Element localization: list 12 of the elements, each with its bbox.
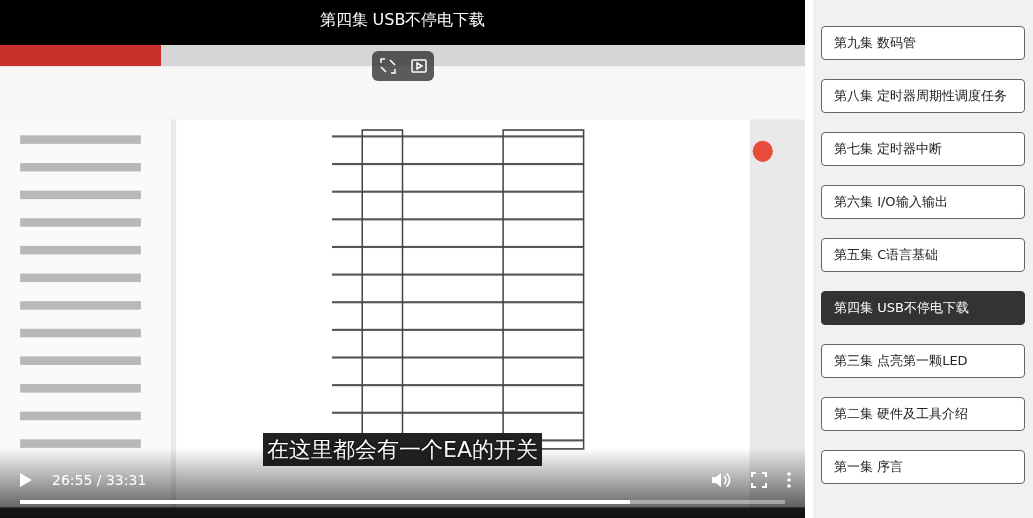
episode-button[interactable]: 第六集 I/O输入输出: [821, 185, 1025, 219]
episode-button[interactable]: 第九集 数码管: [821, 26, 1025, 60]
episode-button[interactable]: 第三集 点亮第一颗LED: [821, 344, 1025, 378]
episode-button[interactable]: 第四集 USB不停电下载: [821, 291, 1025, 325]
episode-button[interactable]: 第二集 硬件及工具介绍: [821, 397, 1025, 431]
time-display: 26:55 / 33:31: [52, 470, 147, 490]
video-title: 第四集 USB不停电下载: [319, 9, 486, 31]
episode-button[interactable]: 第八集 定时器周期性调度任务: [821, 79, 1025, 113]
episode-button[interactable]: 第五集 C语言基础: [821, 238, 1025, 272]
episode-button[interactable]: 第一集 序言: [821, 450, 1025, 484]
subtitle: 在这里都会有一个EA的开关: [263, 433, 542, 466]
episode-button[interactable]: 第七集 定时器中断: [821, 132, 1025, 166]
